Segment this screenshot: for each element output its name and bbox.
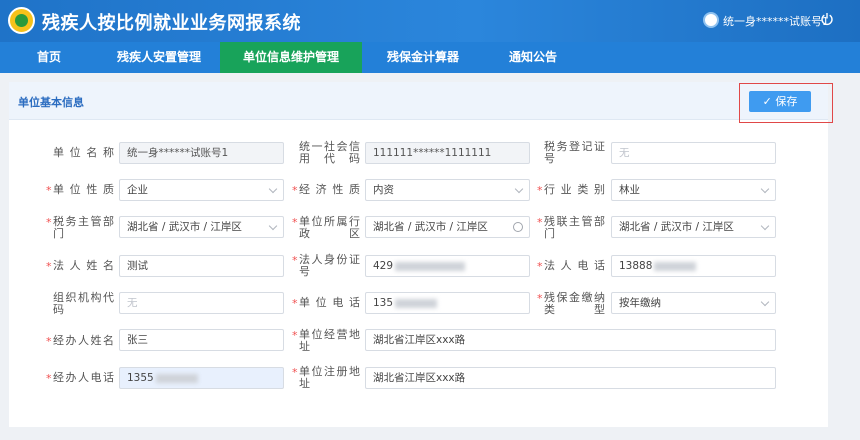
save-button[interactable]: ✓ 保存 [749, 91, 811, 112]
redacted-mask [654, 261, 697, 271]
unit-nature-select[interactable]: 企业 [119, 179, 284, 201]
nav-item-notices[interactable]: 通知公告 [484, 42, 582, 73]
credit-code-field[interactable]: 111111******1111111 [365, 142, 530, 164]
econ-nature-select[interactable]: 内资 [365, 179, 530, 201]
industry-select[interactable]: 林业 [611, 179, 776, 201]
legal-phone-field[interactable]: 13888 [611, 255, 776, 277]
legal-name-label: 法人姓名 [53, 259, 114, 272]
tax-dept-label: 税务主管部门 [53, 215, 114, 240]
required-mark: * [537, 184, 543, 197]
required-mark: * [46, 335, 52, 348]
unit-region-value: 湖北省 / 武汉市 / 江岸区 [373, 221, 488, 233]
required-mark: * [46, 260, 52, 273]
disab-dept-label: 残联主管部门 [544, 215, 605, 240]
legal-phone-value: 13888 [619, 260, 653, 272]
required-mark: * [537, 292, 543, 305]
chevron-down-icon [760, 221, 770, 231]
chevron-down-icon [760, 297, 770, 307]
power-icon[interactable] [820, 12, 834, 26]
tax-reg-field[interactable]: 无 [611, 142, 776, 164]
disab-dept-value: 湖北省 / 武汉市 / 江岸区 [619, 221, 734, 233]
unit-name-field[interactable]: 统一身******试账号1 [119, 142, 284, 164]
legal-phone-label: 法人电话 [544, 259, 605, 272]
redacted-mask [395, 261, 466, 271]
required-mark: * [537, 216, 543, 229]
unit-nature-value: 企业 [127, 184, 148, 196]
reg-addr-label: 单位注册地址 [299, 365, 360, 390]
agent-phone-label: 经办人电话 [53, 371, 114, 384]
legal-id-field[interactable]: 429 [365, 255, 530, 277]
main-nav: 首页 残疾人安置管理 单位信息维护管理 残保金计算器 通知公告 [0, 42, 860, 73]
org-code-field[interactable]: 无 [119, 292, 284, 314]
user-name[interactable]: 统一身******试账号1 [723, 13, 829, 29]
unit-name-label: 单位名称 [53, 146, 114, 159]
required-mark: * [292, 366, 298, 379]
legal-name-field[interactable]: 测试 [119, 255, 284, 277]
tax-dept-value: 湖北省 / 武汉市 / 江岸区 [127, 221, 242, 233]
nav-item-disabled-placement[interactable]: 残疾人安置管理 [98, 42, 220, 73]
required-mark: * [292, 297, 298, 310]
credit-code-label: 统一社会信用代码 [299, 140, 360, 165]
legal-id-label: 法人身份证号 [299, 253, 360, 278]
unit-phone-label: 单位电话 [299, 296, 360, 309]
app-header: 残疾人按比例就业业务网报系统 统一身******试账号1 [0, 0, 860, 42]
card-header: 单位基本信息 [9, 82, 828, 120]
logo-icon [8, 7, 35, 34]
required-mark: * [292, 216, 298, 229]
required-mark: * [46, 184, 52, 197]
reg-addr-field[interactable]: 湖北省江岸区xxx路 [365, 367, 776, 389]
tax-dept-cascader[interactable]: 湖北省 / 武汉市 / 江岸区 [119, 216, 284, 238]
tax-reg-label: 税务登记证号 [544, 140, 605, 165]
nav-item-home[interactable]: 首页 [0, 42, 98, 73]
unit-region-label: 单位所属行政区 [299, 215, 360, 240]
chevron-down-icon [268, 184, 278, 194]
required-mark: * [46, 216, 52, 229]
biz-addr-label: 单位经营地址 [299, 328, 360, 353]
clear-icon[interactable] [513, 222, 523, 232]
unit-phone-field[interactable]: 135 [365, 292, 530, 314]
required-mark: * [46, 372, 52, 385]
disab-dept-cascader[interactable]: 湖北省 / 武汉市 / 江岸区 [611, 216, 776, 238]
econ-nature-value: 内资 [373, 184, 394, 196]
industry-value: 林业 [619, 184, 640, 196]
pay-type-label: 残保金缴纳类型 [544, 291, 605, 316]
org-code-label: 组织机构代码 [53, 291, 114, 316]
chevron-down-icon [514, 184, 524, 194]
required-mark: * [537, 260, 543, 273]
agent-name-label: 经办人姓名 [53, 334, 114, 347]
unit-nature-label: 单位性质 [53, 183, 114, 196]
app-title: 残疾人按比例就业业务网报系统 [42, 13, 301, 34]
chevron-down-icon [760, 184, 770, 194]
card-title: 单位基本信息 [18, 96, 84, 109]
industry-label: 行业类别 [544, 183, 605, 196]
check-icon: ✓ [762, 95, 776, 108]
required-mark: * [292, 184, 298, 197]
unit-phone-value: 135 [373, 297, 394, 309]
redacted-mask [395, 298, 438, 308]
legal-id-value: 429 [373, 260, 394, 272]
nav-item-unit-info[interactable]: 单位信息维护管理 [220, 42, 362, 73]
agent-phone-value: 1355 [127, 372, 154, 384]
biz-addr-field[interactable]: 湖北省江岸区xxx路 [365, 329, 776, 351]
required-mark: * [292, 329, 298, 342]
agent-name-field[interactable]: 张三 [119, 329, 284, 351]
econ-nature-label: 经济性质 [299, 183, 360, 196]
user-avatar-icon[interactable] [703, 12, 719, 28]
pay-type-select[interactable]: 按年缴纳 [611, 292, 776, 314]
nav-item-calculator[interactable]: 残保金计算器 [362, 42, 484, 73]
pay-type-value: 按年缴纳 [619, 297, 661, 309]
required-mark: * [292, 254, 298, 267]
unit-region-cascader[interactable]: 湖北省 / 武汉市 / 江岸区 [365, 216, 530, 238]
agent-phone-field[interactable]: 1355 [119, 367, 284, 389]
chevron-down-icon [268, 221, 278, 231]
redacted-mask [155, 373, 198, 383]
